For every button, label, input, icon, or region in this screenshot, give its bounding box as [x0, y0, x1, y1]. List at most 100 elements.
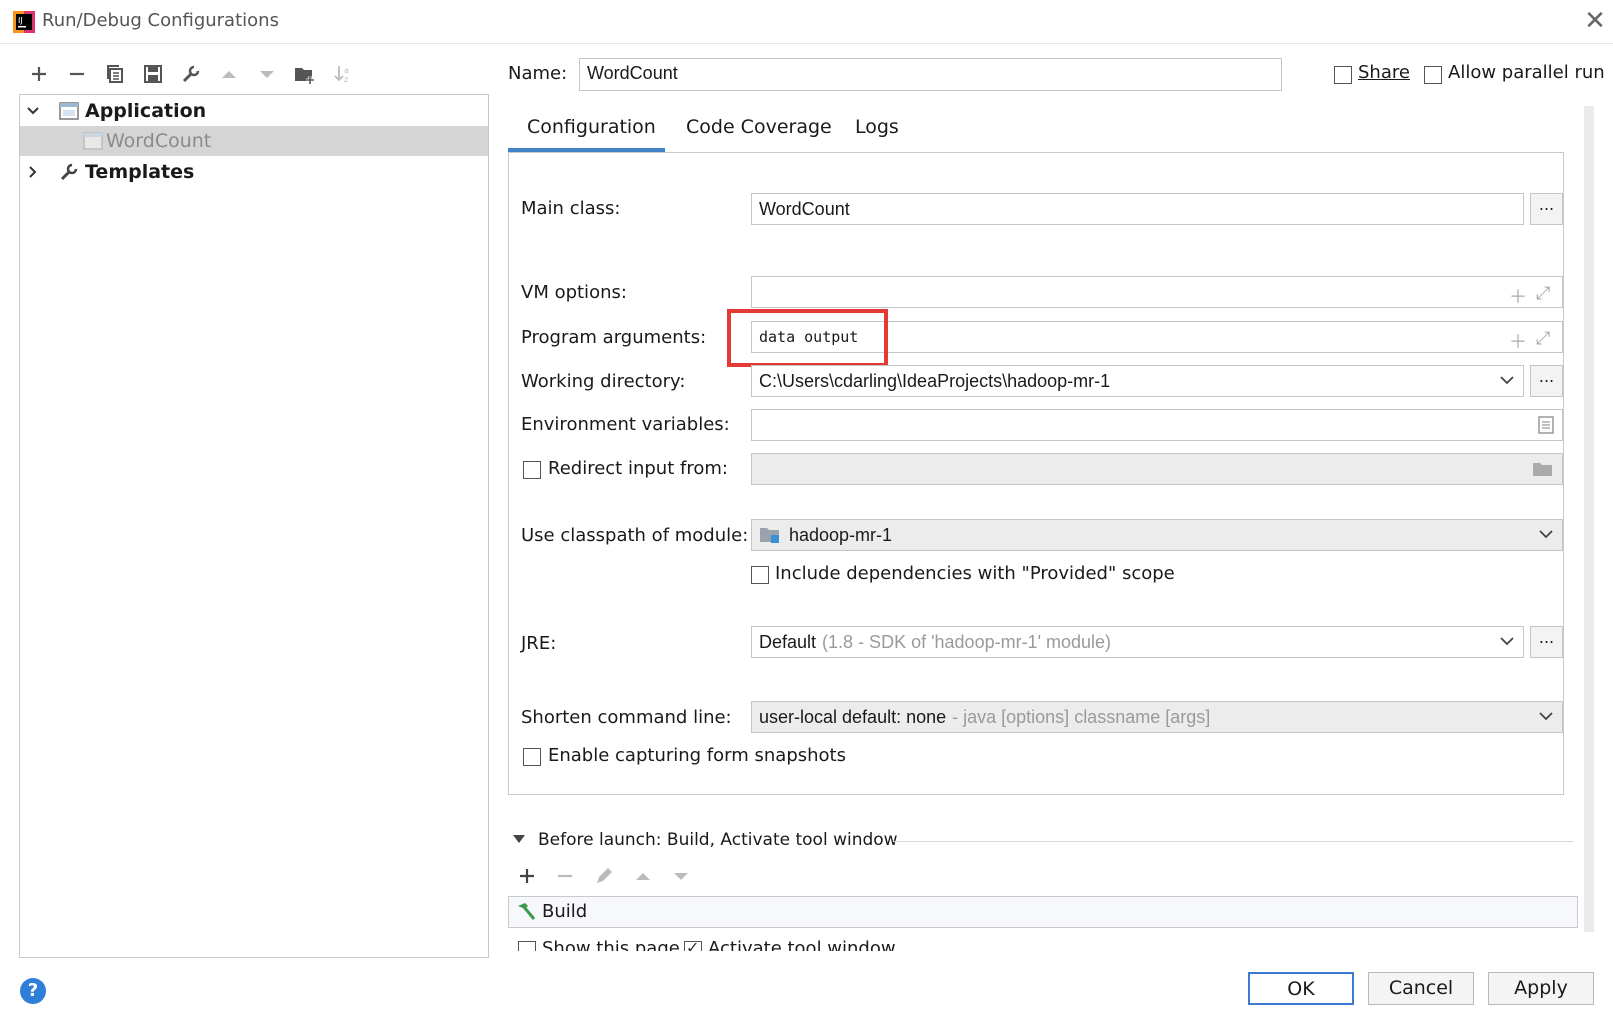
chevron-down-icon[interactable]	[1538, 708, 1554, 724]
main-class-browse-button[interactable]: ...	[1530, 193, 1563, 225]
edit-icon[interactable]	[590, 862, 618, 890]
name-label: Name:	[508, 63, 568, 84]
save-icon[interactable]	[139, 60, 167, 88]
application-icon	[59, 102, 79, 120]
list-item-build[interactable]: Build	[508, 896, 1578, 928]
share-label: Share	[1358, 62, 1410, 83]
move-down-icon[interactable]	[253, 60, 281, 88]
intellij-app-icon: IJ	[13, 11, 35, 33]
configuration-tree[interactable]: Application WordCount Templates	[19, 94, 489, 958]
wrench-icon	[60, 163, 78, 181]
tree-label-application: Application	[85, 100, 207, 122]
tab-logs[interactable]: Logs	[855, 116, 899, 138]
include-dependencies-checkbox[interactable]	[751, 566, 769, 584]
chevron-down-icon[interactable]	[1499, 633, 1515, 649]
enable-snapshots-label: Enable capturing form snapshots	[548, 745, 846, 766]
tree-node-application[interactable]: Application	[20, 96, 488, 126]
before-launch-options: Show this page Activate tool window	[508, 935, 1588, 951]
expand-icon[interactable]: ⤢	[1536, 283, 1550, 304]
expand-icon[interactable]: ⤢	[1536, 328, 1550, 349]
collapse-triangle-icon[interactable]	[512, 833, 526, 845]
chevron-down-icon[interactable]	[1538, 526, 1554, 542]
move-up-icon[interactable]	[629, 862, 657, 890]
remove-icon[interactable]	[63, 60, 91, 88]
new-folder-icon[interactable]	[291, 60, 319, 88]
jre-select[interactable]: Default (1.8 - SDK of 'hadoop-mr-1' modu…	[751, 626, 1524, 658]
vm-options-input[interactable]: ＋ ⤢	[751, 276, 1563, 308]
redirect-input-field	[751, 453, 1563, 485]
jre-label: JRE:	[521, 633, 557, 654]
apply-button[interactable]: Apply	[1488, 972, 1594, 1005]
environment-variables-input[interactable]	[751, 409, 1563, 441]
module-folder-icon	[760, 528, 779, 543]
svg-text:a: a	[344, 66, 349, 75]
show-page-checkbox[interactable]	[518, 941, 536, 951]
folder-icon	[1533, 463, 1552, 476]
main-class-label: Main class:	[521, 198, 621, 219]
allow-parallel-label: Allow parallel run	[1448, 62, 1605, 83]
document-icon[interactable]	[1538, 416, 1554, 434]
move-up-icon[interactable]	[215, 60, 243, 88]
activate-tool-window-label: Activate tool window	[708, 938, 896, 951]
enable-snapshots-checkbox[interactable]	[523, 748, 541, 766]
chevron-down-icon[interactable]	[1499, 372, 1515, 388]
window-title: Run/Debug Configurations	[42, 10, 279, 31]
show-page-label: Show this page	[542, 938, 680, 951]
classpath-module-value: hadoop-mr-1	[789, 524, 893, 545]
add-icon[interactable]	[25, 60, 53, 88]
tree-node-wordcount[interactable]: WordCount	[20, 126, 488, 156]
tree-label-wordcount: WordCount	[106, 130, 212, 152]
jre-hint: (1.8 - SDK of 'hadoop-mr-1' module)	[822, 631, 1112, 652]
classpath-module-label: Use classpath of module:	[521, 525, 749, 546]
wrench-icon[interactable]	[177, 60, 205, 88]
svg-text:z: z	[344, 75, 348, 84]
share-checkbox[interactable]	[1334, 66, 1352, 84]
cancel-button[interactable]: Cancel	[1368, 972, 1474, 1005]
build-label: Build	[542, 901, 588, 922]
chevron-right-icon[interactable]	[26, 165, 40, 179]
add-icon[interactable]: ＋	[1509, 328, 1527, 354]
highlight-box	[727, 309, 888, 367]
close-icon[interactable]: ✕	[1580, 6, 1610, 36]
remove-icon[interactable]	[551, 862, 579, 890]
classpath-module-select[interactable]: hadoop-mr-1	[751, 519, 1563, 551]
allow-parallel-checkbox[interactable]	[1424, 66, 1442, 84]
before-launch-title: Before launch: Build, Activate tool wind…	[538, 830, 898, 850]
svg-text:IJ: IJ	[18, 16, 23, 25]
scrollbar[interactable]	[1584, 106, 1594, 932]
environment-variables-label: Environment variables:	[521, 414, 730, 435]
shorten-command-line-hint: - java [options] classname [args]	[952, 706, 1211, 727]
jre-browse-button[interactable]: ...	[1530, 626, 1563, 658]
redirect-input-checkbox[interactable]	[523, 461, 541, 479]
help-icon[interactable]: ?	[20, 978, 46, 1004]
add-icon[interactable]: ＋	[1509, 283, 1527, 309]
program-arguments-label: Program arguments:	[521, 327, 707, 348]
divider	[893, 841, 1573, 842]
application-icon	[83, 132, 103, 150]
working-directory-input[interactable]: C:\Users\cdarling\IdeaProjects\hadoop-mr…	[751, 365, 1524, 397]
tree-label-templates: Templates	[85, 161, 195, 183]
jre-value: Default	[759, 631, 817, 652]
shorten-command-line-value: user-local default: none	[759, 706, 947, 727]
ok-button[interactable]: OK	[1248, 972, 1354, 1005]
name-input[interactable]: WordCount	[579, 58, 1282, 91]
main-class-input[interactable]: WordCount	[751, 193, 1524, 225]
move-down-icon[interactable]	[667, 862, 695, 890]
shorten-command-line-select[interactable]: user-local default: none - java [options…	[751, 701, 1563, 733]
copy-icon[interactable]	[101, 60, 129, 88]
tab-code-coverage[interactable]: Code Coverage	[686, 116, 832, 138]
shorten-command-line-label: Shorten command line:	[521, 707, 732, 728]
chevron-down-icon[interactable]	[26, 104, 40, 118]
redirect-input-label: Redirect input from:	[548, 458, 728, 479]
sort-icon[interactable]: az	[329, 60, 357, 88]
tab-configuration[interactable]: Configuration	[527, 116, 656, 138]
working-directory-browse-button[interactable]: ...	[1530, 365, 1563, 397]
hammer-icon	[518, 903, 536, 920]
tree-node-templates[interactable]: Templates	[20, 157, 488, 187]
activate-tool-window-checkbox[interactable]	[684, 938, 702, 951]
vm-options-label: VM options:	[521, 282, 627, 303]
working-directory-label: Working directory:	[521, 371, 686, 392]
add-icon[interactable]	[513, 862, 541, 890]
include-dependencies-label: Include dependencies with "Provided" sco…	[775, 563, 1175, 584]
working-directory-value: C:\Users\cdarling\IdeaProjects\hadoop-mr…	[759, 370, 1111, 391]
